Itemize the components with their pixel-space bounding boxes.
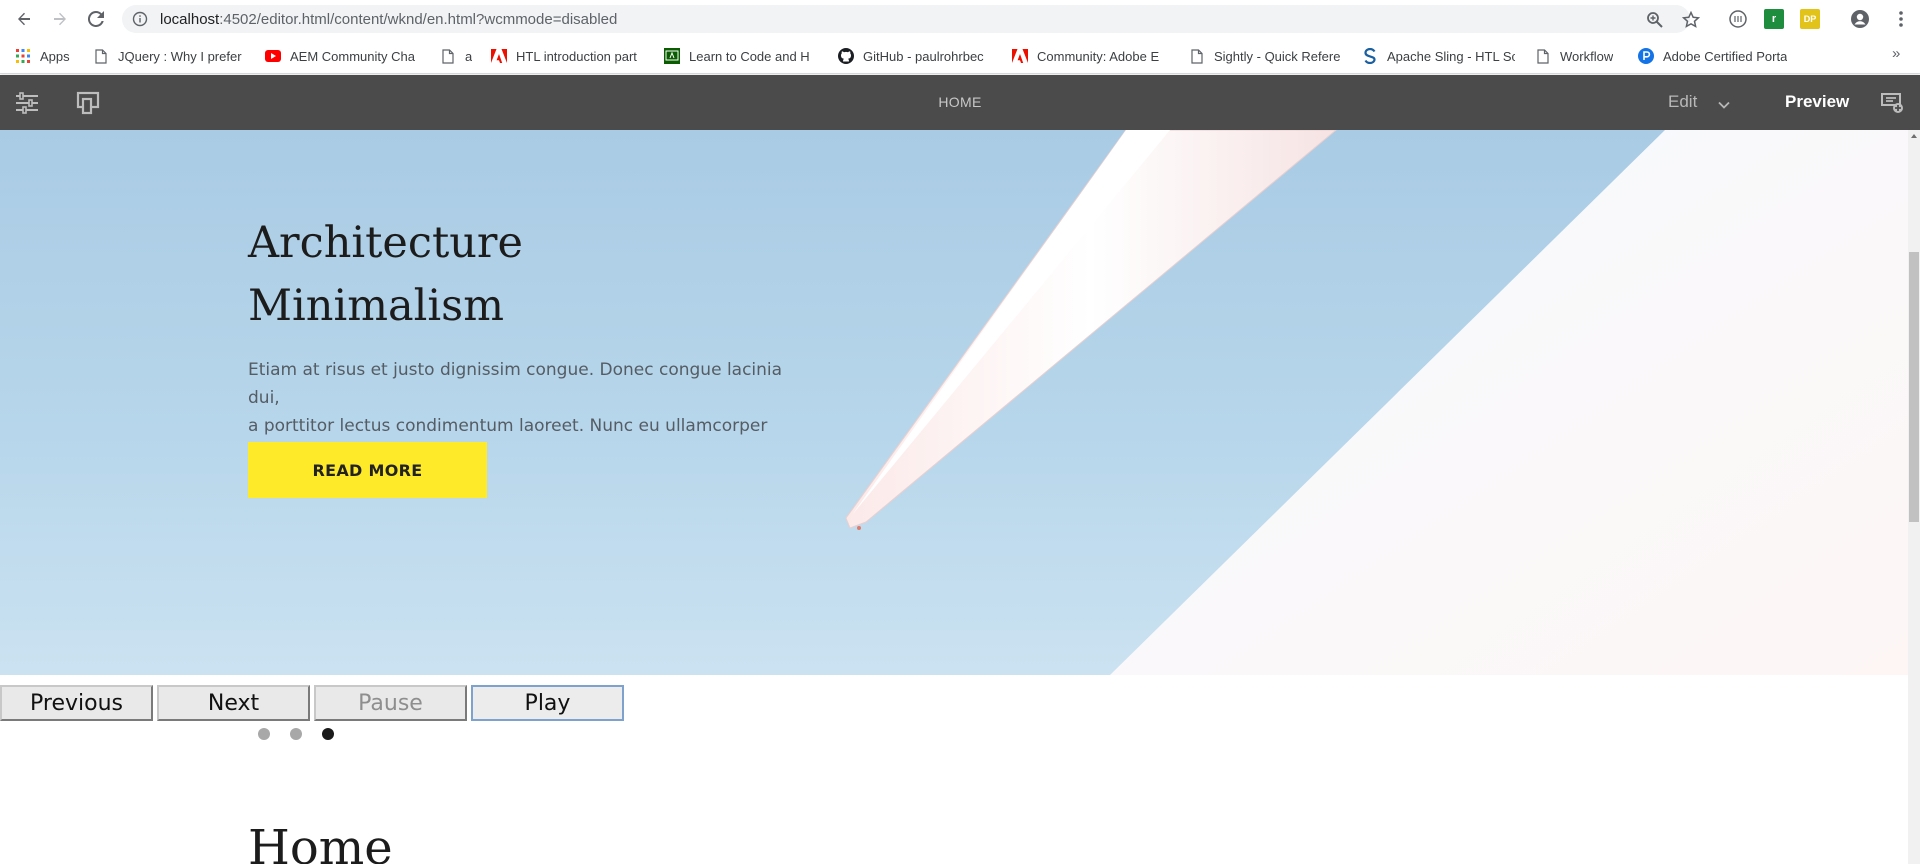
- carousel-pause-button[interactable]: Pause: [314, 685, 467, 721]
- reload-icon[interactable]: [83, 6, 109, 32]
- sling-icon: [1362, 48, 1378, 64]
- bookmark-item[interactable]: HTL introduction part: [491, 46, 644, 66]
- page-content: Architecture Minimalism Etiam at risus e…: [0, 130, 1908, 864]
- menu-icon[interactable]: [1891, 9, 1911, 29]
- bookmark-item[interactable]: JQuery : Why I prefer: [93, 46, 245, 66]
- aem-editor-toolbar: HOME Edit Preview: [0, 75, 1920, 130]
- page-scrollbar[interactable]: [1908, 130, 1920, 864]
- github-icon: [838, 48, 854, 64]
- adobe-icon: [1012, 48, 1028, 64]
- extension-icon-1[interactable]: [1728, 9, 1748, 29]
- youtube-icon: [265, 48, 281, 64]
- page-heading: Home: [248, 820, 393, 864]
- page-icon: [1535, 48, 1551, 64]
- bookmark-item[interactable]: a: [440, 46, 476, 66]
- url-path: :4502/editor.html/content/wknd/en.html?w…: [219, 11, 618, 28]
- info-icon[interactable]: [132, 11, 148, 27]
- bookmark-item[interactable]: AEM Community Cha: [265, 46, 420, 66]
- bookmark-item[interactable]: Apache Sling - HTL Sc: [1362, 46, 1515, 66]
- bookmark-item[interactable]: Learn to Code and H: [664, 46, 818, 66]
- carousel-next-button[interactable]: Next: [157, 685, 310, 721]
- bookmark-item[interactable]: Adobe Certified Porta: [1638, 46, 1791, 66]
- bookmark-item[interactable]: GitHub - paulrohrbec: [838, 46, 993, 66]
- code-learning-icon: [664, 48, 680, 64]
- extension-icon-2[interactable]: r: [1764, 9, 1784, 29]
- apps-grid-icon: [15, 48, 31, 64]
- carousel-play-button[interactable]: Play: [471, 685, 624, 721]
- back-arrow-icon[interactable]: [11, 6, 37, 32]
- annotations-icon[interactable]: [1880, 91, 1904, 115]
- page-icon: [440, 48, 456, 64]
- carousel-indicator-dot[interactable]: [322, 728, 334, 740]
- bookmark-item[interactable]: Community: Adobe E: [1012, 46, 1166, 66]
- bookmark-label: Apps: [40, 48, 70, 64]
- scrollbar-thumb[interactable]: [1909, 252, 1919, 522]
- hero-description-line: Etiam at risus et justo dignissim congue…: [248, 360, 783, 408]
- bookmarks-overflow-icon[interactable]: »: [1892, 45, 1900, 62]
- extension-icon-3[interactable]: DP: [1800, 9, 1820, 29]
- carousel-indicator-dot[interactable]: [258, 728, 270, 740]
- preview-button[interactable]: Preview: [1785, 92, 1849, 112]
- profile-icon[interactable]: [1850, 9, 1870, 29]
- read-more-button[interactable]: READ MORE: [248, 442, 487, 498]
- chevron-down-icon[interactable]: [1718, 97, 1730, 109]
- page-title: HOME: [938, 94, 982, 110]
- bookmark-item[interactable]: Workflow: [1535, 46, 1631, 66]
- hero-title-line: Minimalism: [248, 281, 504, 331]
- edit-mode-dropdown[interactable]: Edit: [1668, 92, 1697, 112]
- hero-title: Architecture Minimalism: [248, 212, 523, 338]
- forward-arrow-icon[interactable]: [47, 6, 73, 32]
- bookmark-item[interactable]: Sightly - Quick Refere: [1189, 46, 1343, 66]
- url-text: localhost:4502/editor.html/content/wknd/…: [160, 11, 617, 28]
- page-icon: [1189, 48, 1205, 64]
- adobe-icon: [491, 48, 507, 64]
- adobe-cert-icon: [1638, 48, 1654, 64]
- url-host: localhost: [160, 11, 220, 28]
- carousel-indicator-dot[interactable]: [290, 728, 302, 740]
- carousel-previous-button[interactable]: Previous: [0, 685, 153, 721]
- star-icon[interactable]: [1681, 10, 1701, 29]
- bookmarks-bar: Apps JQuery : Why I prefer AEM Community…: [0, 37, 1920, 74]
- address-bar[interactable]: localhost:4502/editor.html/content/wknd/…: [122, 5, 1701, 33]
- browser-address-row: localhost:4502/editor.html/content/wknd/…: [0, 0, 1920, 37]
- hero-title-line: Architecture: [248, 218, 523, 268]
- bookmark-apps[interactable]: Apps: [15, 46, 70, 66]
- scroll-up-arrow-icon[interactable]: [1911, 134, 1917, 138]
- zoom-icon[interactable]: [1646, 11, 1664, 29]
- page-icon: [93, 48, 109, 64]
- hero-carousel-slide: Architecture Minimalism Etiam at risus e…: [0, 130, 1908, 675]
